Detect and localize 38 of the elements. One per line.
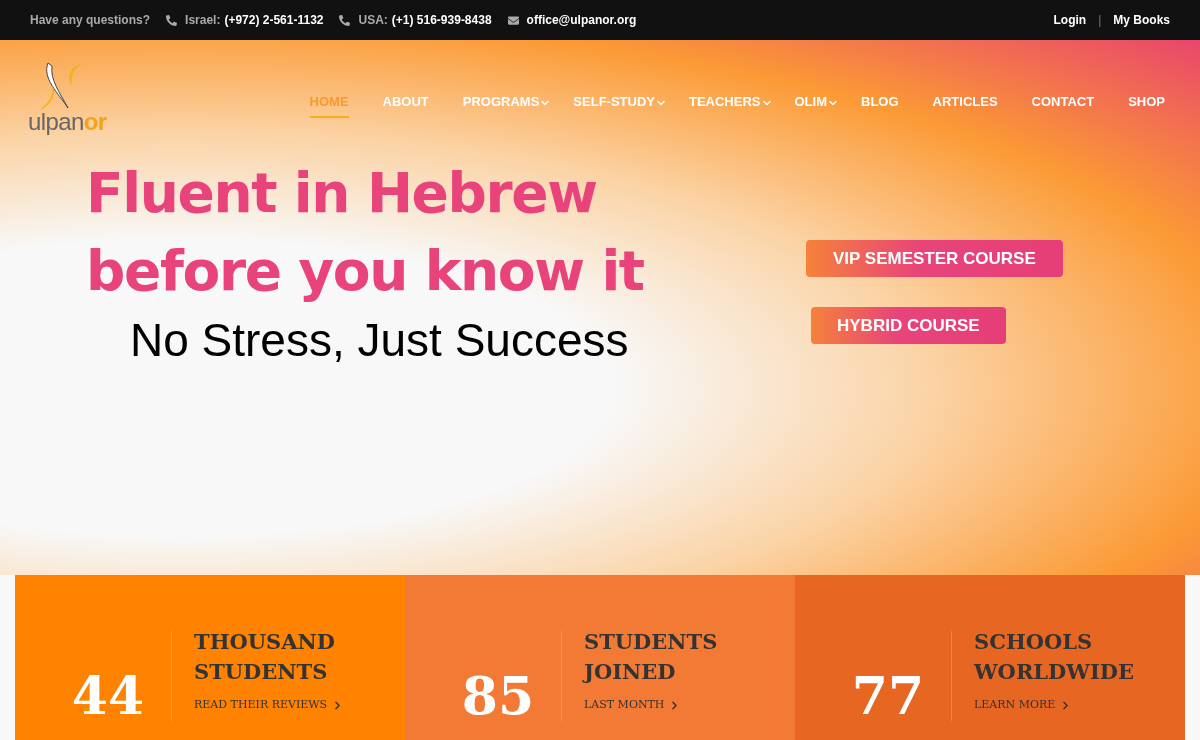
stat-link[interactable]: READ THEIR REVIEWS <box>194 697 345 714</box>
contact-question: Have any questions? <box>30 12 151 29</box>
stat-number: 85 <box>460 664 536 728</box>
nav-item[interactable]: TEACHERS <box>672 92 778 122</box>
stat-title: THOUSAND STUDENTS <box>194 628 336 686</box>
contact-value: (+1) 516-939-8438 <box>391 12 492 29</box>
course-button[interactable]: HYBRID COURSE <box>811 307 1006 344</box>
tagline: No Stress, Just Success <box>130 313 630 368</box>
contact-label: Israel: <box>185 12 221 29</box>
nav-item[interactable]: SELF-STUDY <box>556 92 672 122</box>
stat-number: 77 <box>850 664 926 728</box>
logo[interactable]: ulpanor <box>28 58 123 134</box>
course-button[interactable]: VIP SEMESTER COURSE <box>806 240 1063 277</box>
nav-item[interactable]: SHOP <box>1111 92 1182 122</box>
logo-accent: or <box>83 108 107 135</box>
contact-value: (+972) 2-561-1132 <box>224 12 324 29</box>
separator: | <box>1098 12 1102 29</box>
nav-item[interactable]: ARTICLES <box>915 92 1015 122</box>
nav-item[interactable]: CONTACT <box>1014 92 1112 122</box>
contact-value[interactable]: office@ulpanor.org <box>526 11 637 29</box>
nav-item[interactable]: PROGRAMS <box>445 92 557 122</box>
contact-label: USA: <box>358 12 388 29</box>
nav-item[interactable]: ABOUT <box>365 92 446 122</box>
headline: before you know it <box>86 238 645 305</box>
nav-item[interactable]: BLOG <box>844 92 916 122</box>
logo-text: ulpan <box>28 108 84 135</box>
login-link[interactable]: Login <box>1053 11 1087 29</box>
phone-icon <box>166 14 178 26</box>
stat-link[interactable]: LAST MONTH <box>584 697 718 714</box>
stat-title: STUDENTS JOINED <box>584 628 718 686</box>
headline: Fluent in Hebrew <box>86 160 598 227</box>
my-books-link[interactable]: My Books <box>1113 11 1170 29</box>
stat-title: SCHOOLS WORLDWIDE <box>974 628 1134 686</box>
stat-link[interactable]: LEARN MORE <box>974 697 1134 714</box>
stat-number: 44 <box>70 664 146 728</box>
email-icon <box>507 14 519 26</box>
phone-icon <box>339 14 351 26</box>
nav-item[interactable]: OLIM <box>777 92 844 122</box>
